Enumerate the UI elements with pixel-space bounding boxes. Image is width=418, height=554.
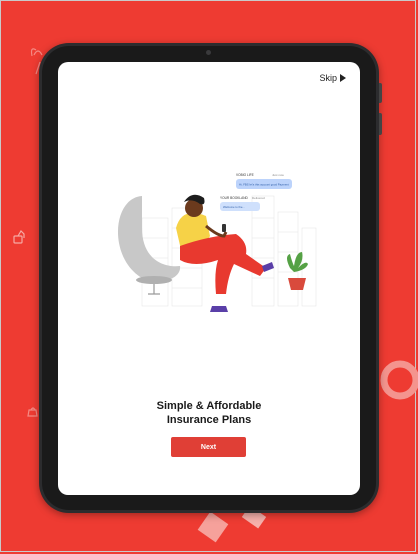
- thumb-doodle-icon: [13, 230, 25, 244]
- play-arrow-icon: [340, 74, 346, 82]
- front-camera: [206, 50, 211, 55]
- person-figure: [176, 194, 274, 312]
- next-button[interactable]: Next: [171, 437, 246, 457]
- chat-2-message: Welcome to the...: [223, 205, 245, 209]
- chat-1-status: Just now: [272, 173, 285, 177]
- potted-plant-icon: [287, 252, 308, 290]
- chat-card-2: YOUR BOOKLAND Delivered Welcome to the..…: [220, 196, 265, 211]
- skip-button[interactable]: Skip: [319, 73, 346, 83]
- diamond-decoration: [197, 511, 229, 543]
- onboarding-illustration: VOBIO LIFE Just now Hi, FBS let's this a…: [117, 173, 317, 312]
- egg-chair: [117, 196, 181, 295]
- chat-2-status: Delivered: [252, 196, 265, 200]
- app-screen: Skip VOBIO LIFE Just now Hi, FBS let's t…: [58, 62, 360, 495]
- chat-1-header: VOBIO LIFE: [236, 173, 254, 177]
- chat-card-1: VOBIO LIFE Just now Hi, FBS let's this a…: [236, 173, 292, 189]
- headline-line-1: Simple & Affordable: [156, 400, 262, 412]
- skip-label: Skip: [319, 73, 337, 83]
- onboarding-headline: Simple & Affordable Insurance Plans: [58, 399, 360, 427]
- bag-doodle-icon: [27, 407, 38, 417]
- chat-1-message: Hi, FBS let's this account good Payment: [239, 183, 289, 187]
- side-button-top: [379, 83, 382, 103]
- headline-line-2: Insurance Plans: [166, 414, 252, 426]
- chat-2-header: YOUR BOOKLAND: [220, 196, 249, 200]
- side-button-mid: [379, 113, 382, 135]
- ring-decoration: [380, 360, 418, 400]
- tablet-device: Skip VOBIO LIFE Just now Hi, FBS let's t…: [39, 43, 382, 513]
